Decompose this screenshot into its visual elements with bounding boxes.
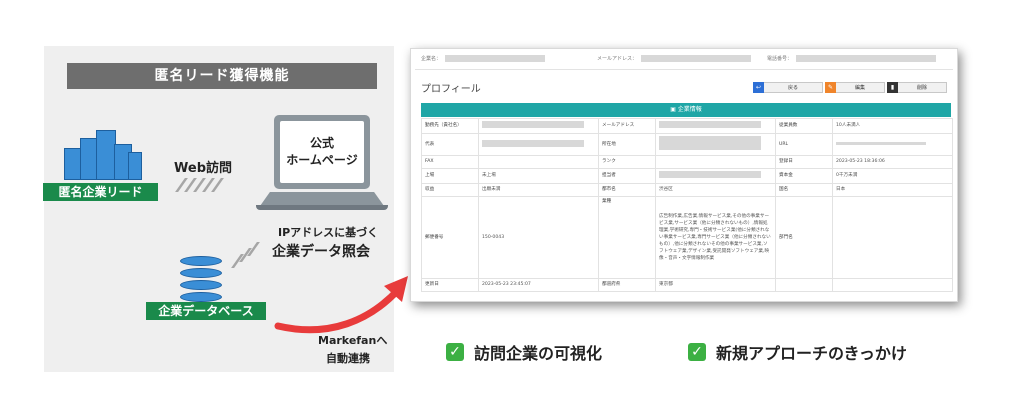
table-cell: 所在地 [598,133,656,156]
table-cell: 更新日 [421,278,479,292]
table-cell [655,133,776,156]
back-button[interactable]: ↩ 戻る [753,82,823,93]
motion-stripes-icon-2 [231,240,276,270]
table-cell: 10人未満人 [832,118,953,134]
markefan-line1: Markefanへ [318,334,388,347]
ip-lookup-line1: IPアドレスに基づく [278,226,379,239]
ip-lookup-line2: 企業データ照会 [272,244,370,260]
action-buttons: ↩ 戻る ✎ 編集 ▮ 削除 [753,82,947,93]
edit-icon: ✎ [825,82,836,93]
company-info-table: 勤務先（貴社名） メールアドレス 従業員数 10人未満人 代表 所在地 URL … [421,118,953,292]
table-cell [478,118,599,134]
table-cell: 上場 [421,168,479,184]
checkmark-icon: ✓ [446,343,464,361]
table-cell: URL [775,133,833,156]
table-cell: 未上場 [478,168,599,184]
table-cell: 部門名 [775,196,833,279]
table-row: 郵便番号 150-0043 業種 広告制作業,広告業,情報サービス業,その他の事… [421,196,953,279]
check-text-visualize: 訪問企業の可視化 [474,344,603,363]
check-item-approach: ✓ 新規アプローチのきっかけ [688,340,907,364]
section-header: ▣ 企業情報 [421,103,951,117]
check-text-approach: 新規アプローチのきっかけ [716,344,907,363]
table-cell [655,168,776,184]
table-cell: 郵便番号 [421,196,479,279]
table-cell: 2023-05-23 18:36:06 [832,155,953,169]
table-cell: 担当者 [598,168,656,184]
table-row: 勤務先（貴社名） メールアドレス 従業員数 10人未満人 [421,118,953,134]
table-cell [655,118,776,134]
table-cell: 従業員数 [775,118,833,134]
red-arrow-icon [274,276,408,334]
building-icon: ▣ [670,106,678,113]
table-cell [655,155,776,169]
trash-icon: ▮ [887,82,898,93]
table-cell: 都道府県 [598,278,656,292]
markefan-line2: 自動連携 [326,352,370,365]
laptop-base-edge [256,205,388,210]
table-row: 代表 所在地 URL [421,133,953,156]
table-cell: メールアドレス [598,118,656,134]
table-row: 上場 未上場 担当者 資本金 0千万未満 [421,168,953,184]
table-cell: 2023-05-23 23:45:07 [478,278,599,292]
table-row: 更新日 2023-05-23 23:45:07 都道府県 東京都 [421,278,953,292]
table-cell: 渋谷区 [655,183,776,197]
laptop-icon: 公式 ホームページ [274,115,370,189]
back-icon: ↩ [753,82,764,93]
section-title: 企業情報 [677,106,702,113]
laptop-base [260,192,384,206]
table-cell: 0千万未満 [832,168,953,184]
table-row: FAX ランク 登録日 2023-05-23 18:36:06 [421,155,953,169]
table-cell: ランク [598,155,656,169]
homepage-line1: 公式 [309,136,334,150]
table-cell: 広告制作業,広告業,情報サービス業,その他の事業サービス業,サービス業（他に分類… [655,196,776,279]
divider [415,69,953,70]
profile-title: プロフィール [421,84,481,95]
database-icon [180,256,222,304]
top-fields: 企業名： メールアドレス： 電話番号： [417,55,953,67]
delete-button[interactable]: ▮ 削除 [887,82,947,93]
table-cell: 国名 [775,183,833,197]
feature-title: 匿名リード獲得機能 [67,63,377,89]
table-cell: FAX [421,155,479,169]
anon-lead-label: 匿名企業リード [43,183,158,201]
table-cell [832,196,953,279]
buildings-icon [62,130,142,180]
table-cell [775,278,833,292]
table-cell: 東京都 [655,278,776,292]
edit-button[interactable]: ✎ 編集 [825,82,885,93]
table-cell [478,133,599,156]
table-cell: 資本金 [775,168,833,184]
homepage-line2: ホームページ [286,153,358,167]
checkmark-icon: ✓ [688,343,706,361]
company-name-label: 企業名： [421,56,442,62]
database-label: 企業データベース [146,302,266,320]
table-cell [832,133,953,156]
motion-stripes-icon [175,178,240,192]
web-visit-text: Web訪問 [174,161,232,176]
table-cell [478,155,599,169]
table-cell: 勤務先（貴社名） [421,118,479,134]
table-row: 収益 出願未満 都市名 渋谷区 国名 日本 [421,183,953,197]
table-cell: 収益 [421,183,479,197]
table-cell: 出願未満 [478,183,599,197]
table-cell: 代表 [421,133,479,156]
table-cell: 150-0043 [478,196,599,279]
phone-label: 電話番号： [767,56,793,62]
profile-screenshot: 企業名： メールアドレス： 電話番号： プロフィール ↩ 戻る ✎ 編集 ▮ 削除 ▣… [410,48,958,302]
table-cell: 日本 [832,183,953,197]
table-cell: 都市名 [598,183,656,197]
table-cell [832,278,953,292]
table-cell: 業種 [598,196,656,279]
table-cell: 登録日 [775,155,833,169]
email-label: メールアドレス： [597,56,638,62]
check-item-visualize: ✓ 訪問企業の可視化 [446,340,602,364]
